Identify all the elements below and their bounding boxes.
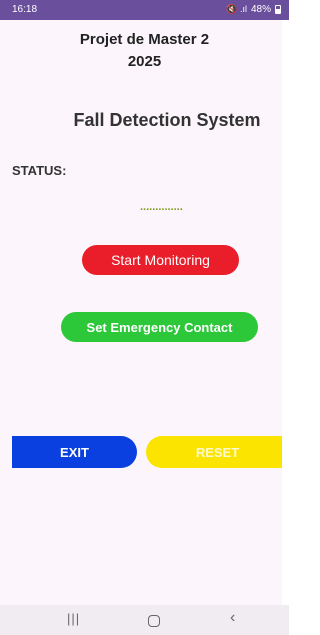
header-line-2: 2025 — [127, 53, 162, 70]
status-label: STATUS: — [12, 163, 67, 178]
reset-button[interactable]: RESET — [146, 436, 289, 468]
status-right-group: 🔇 .ıl 48% — [226, 4, 281, 15]
screen-edge — [282, 20, 289, 605]
app-screen: 16:18 🔇 .ıl 48% Projet de Master 2 2025 … — [0, 0, 289, 635]
system-nav-bar: ||| ‹ — [0, 605, 289, 635]
status-value: .............. — [140, 201, 183, 213]
battery-percent: 48% — [250, 4, 271, 15]
back-icon[interactable]: ‹ — [230, 609, 235, 627]
start-monitoring-button[interactable]: Start Monitoring — [82, 245, 239, 275]
recent-apps-icon[interactable]: ||| — [67, 611, 80, 626]
status-time: 16:18 — [12, 4, 38, 15]
signal-icon: 🔇 .ıl — [226, 4, 247, 14]
battery-icon — [275, 5, 281, 14]
header-line-1: Projet de Master 2 — [79, 31, 210, 48]
exit-button[interactable]: EXIT — [12, 436, 137, 468]
page-title: Fall Detection System — [73, 110, 261, 130]
system-status-bar: 16:18 🔇 .ıl 48% — [0, 0, 289, 20]
set-emergency-contact-button[interactable]: Set Emergency Contact — [61, 312, 258, 342]
home-icon[interactable] — [148, 615, 160, 627]
